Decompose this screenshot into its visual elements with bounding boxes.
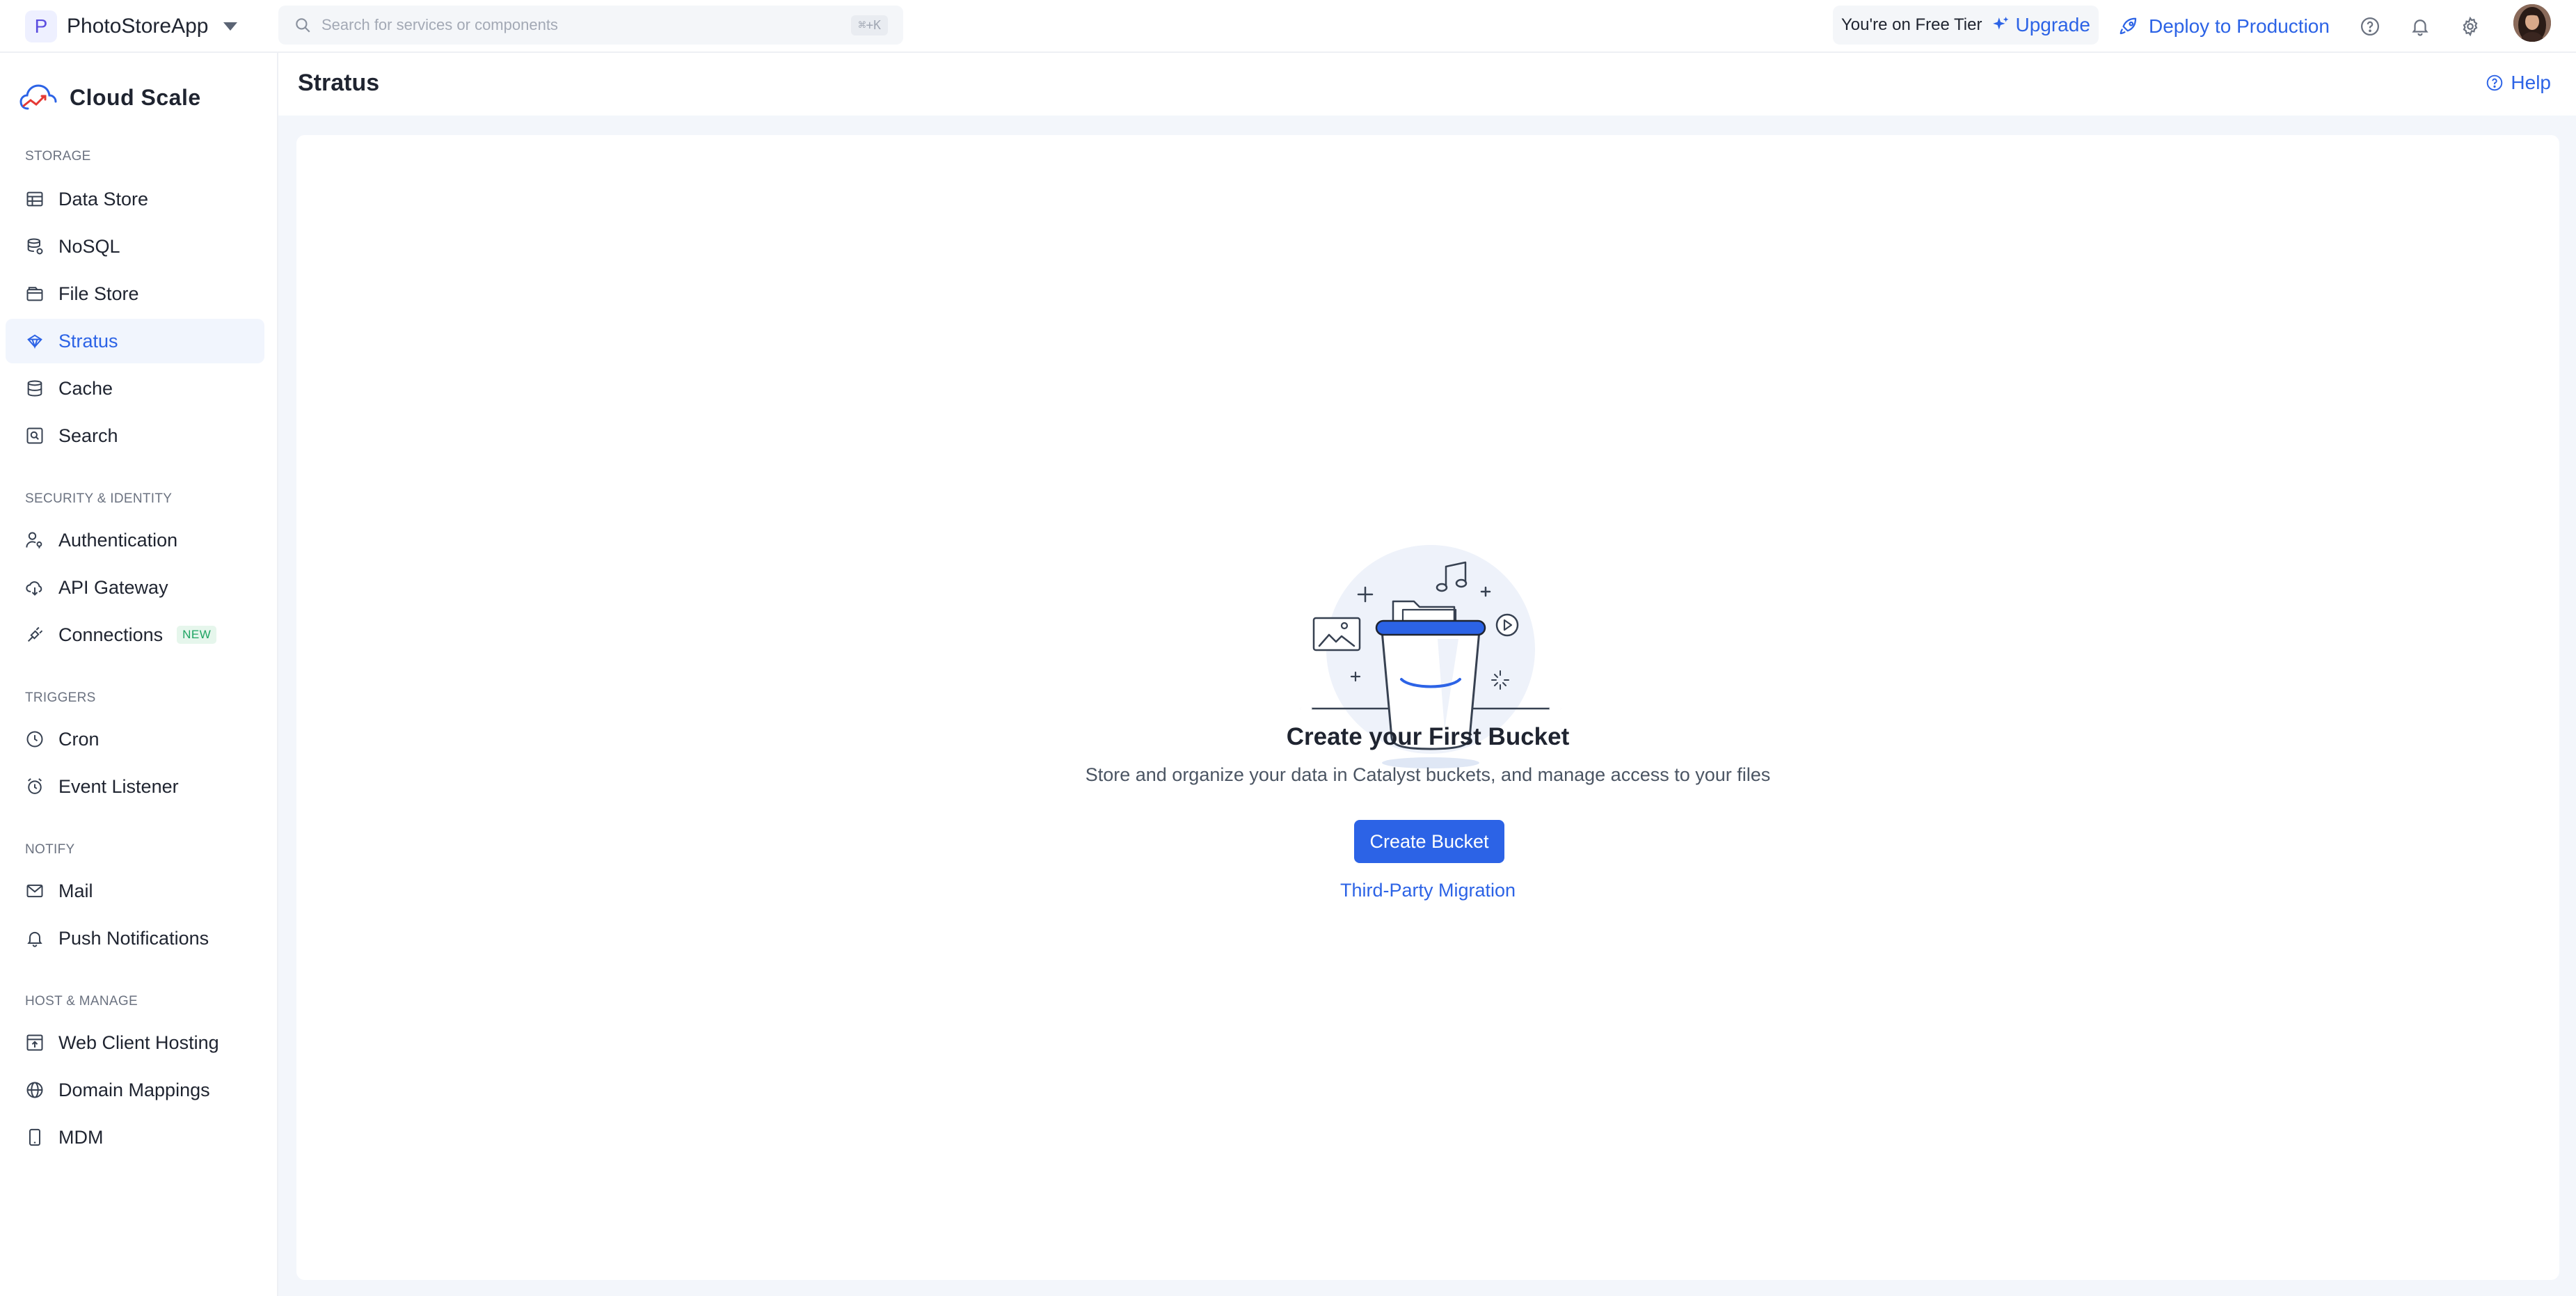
help-link[interactable]: Help: [2486, 72, 2551, 94]
tier-text: You're on Free Tier: [1841, 15, 1982, 34]
search-input[interactable]: [321, 16, 852, 34]
bell-icon[interactable]: [2406, 13, 2434, 40]
sidebar-item-authentication[interactable]: Authentication: [6, 518, 264, 562]
sidebar-item-label: Data Store: [58, 188, 149, 210]
cloud-gateway-icon: [26, 581, 42, 596]
sidebar-item-mdm[interactable]: MDM: [6, 1115, 264, 1160]
globe-icon: [26, 1082, 43, 1098]
table-icon: [26, 191, 43, 207]
avatar[interactable]: [2513, 4, 2551, 42]
sidebar-item-label: Domain Mappings: [58, 1079, 210, 1100]
cloud-scale-logo-icon: [19, 84, 57, 110]
help-circle-icon[interactable]: [2356, 13, 2384, 40]
page-title: Stratus: [298, 70, 380, 96]
sidebar-item-label: Web Client Hosting: [58, 1032, 219, 1053]
sidebar: Cloud Scale STORAGE Data Store NoSQL Fil…: [0, 53, 278, 1296]
page-header: Stratus Help: [278, 53, 2576, 116]
phone-icon: [29, 1128, 40, 1146]
chevron-down-icon: [223, 22, 238, 31]
create-bucket-button[interactable]: Create Bucket: [1354, 820, 1504, 863]
sidebar-item-cache[interactable]: Cache: [6, 366, 264, 411]
sidebar-item-web-client-hosting[interactable]: Web Client Hosting: [6, 1020, 264, 1065]
empty-state: Create your First Bucket Store and organ…: [296, 135, 2559, 1280]
sidebar-item-label: Cron: [58, 728, 100, 750]
sidebar-item-domain-mappings[interactable]: Domain Mappings: [6, 1068, 264, 1112]
sidebar-item-api-gateway[interactable]: API Gateway: [6, 565, 264, 610]
sidebar-item-push-notifications[interactable]: Push Notifications: [6, 916, 264, 961]
sidebar-item-stratus[interactable]: Stratus: [6, 319, 264, 363]
sidebar-item-label: Search: [58, 425, 118, 446]
sparkle-icon: [1993, 17, 2009, 30]
sidebar-item-label: Cache: [58, 377, 113, 399]
web-hosting-icon: [26, 1034, 43, 1051]
section-label-notify: NOTIFY: [25, 842, 75, 857]
sidebar-item-search[interactable]: Search: [6, 413, 264, 458]
sidebar-item-label: Event Listener: [58, 775, 179, 797]
brand-name: Cloud Scale: [70, 84, 201, 110]
search-bar[interactable]: ⌘+K: [278, 6, 903, 45]
new-badge: NEW: [177, 626, 217, 644]
help-circle-icon: [2487, 74, 2503, 91]
empty-state-description: Store and organize your data in Catalyst…: [1085, 764, 1771, 785]
clock-icon: [26, 731, 43, 748]
stratus-icon: [27, 334, 42, 349]
third-party-migration-link[interactable]: Third-Party Migration: [296, 880, 2559, 901]
tier-banner: You're on Free Tier Upgrade: [1833, 6, 2099, 45]
sidebar-item-label: NoSQL: [58, 235, 120, 257]
app-switcher[interactable]: P PhotoStoreApp: [25, 7, 238, 46]
search-box-icon: [26, 427, 43, 444]
bell-icon: [27, 931, 42, 947]
sidebar-item-connections[interactable]: Connections NEW: [6, 613, 264, 657]
section-label-security: SECURITY & IDENTITY: [25, 491, 173, 506]
sidebar-item-label: Stratus: [58, 330, 118, 351]
alarm-icon: [28, 778, 42, 794]
search-icon: [296, 18, 310, 33]
sidebar-item-label: Push Notifications: [58, 927, 209, 949]
sidebar-item-label: API Gateway: [58, 576, 168, 598]
brand[interactable]: Cloud Scale: [18, 81, 201, 114]
rocket-icon: [2120, 17, 2137, 35]
section-label-triggers: TRIGGERS: [25, 690, 96, 705]
sidebar-item-cron[interactable]: Cron: [6, 717, 264, 761]
deploy-label: Deploy to Production: [2149, 15, 2330, 37]
sidebar-item-mail[interactable]: Mail: [6, 869, 264, 913]
section-label-host-manage: HOST & MANAGE: [25, 994, 138, 1009]
plug-icon: [27, 626, 43, 642]
help-label: Help: [2511, 72, 2551, 93]
sidebar-item-nosql[interactable]: NoSQL: [6, 224, 264, 269]
sidebar-item-event-listener[interactable]: Event Listener: [6, 764, 264, 809]
sidebar-item-label: Mail: [58, 880, 93, 901]
sidebar-item-file-store[interactable]: File Store: [6, 271, 264, 316]
sidebar-item-label: Authentication: [58, 529, 178, 551]
app-avatar: P: [25, 10, 57, 42]
section-label-storage: STORAGE: [25, 149, 91, 164]
mail-icon: [26, 884, 43, 898]
sidebar-item-label: MDM: [58, 1126, 104, 1148]
upgrade-link[interactable]: Upgrade: [1991, 14, 2090, 36]
main-content: Stratus Help Create your First Bucket St…: [278, 53, 2576, 1296]
sidebar-item-data-store[interactable]: Data Store: [6, 177, 264, 221]
cylinder-icon: [27, 380, 42, 397]
folder-icon: [26, 287, 43, 301]
sidebar-item-label: File Store: [58, 283, 139, 304]
content-card: Create your First Bucket Store and organ…: [296, 135, 2559, 1280]
app-name: PhotoStoreApp: [67, 15, 209, 38]
gear-icon[interactable]: [2456, 13, 2484, 40]
search-shortcut: ⌘+K: [851, 15, 888, 35]
top-bar: P PhotoStoreApp ⌘+K You're on Free Tier …: [0, 0, 2576, 53]
user-key-icon: [26, 532, 42, 548]
upgrade-label: Upgrade: [2015, 14, 2090, 35]
empty-state-title: Create your First Bucket: [1286, 723, 1570, 750]
deploy-to-production-button[interactable]: Deploy to Production: [2118, 7, 2330, 46]
database-stack-icon: [27, 238, 43, 255]
sidebar-item-label: Connections: [58, 624, 164, 645]
